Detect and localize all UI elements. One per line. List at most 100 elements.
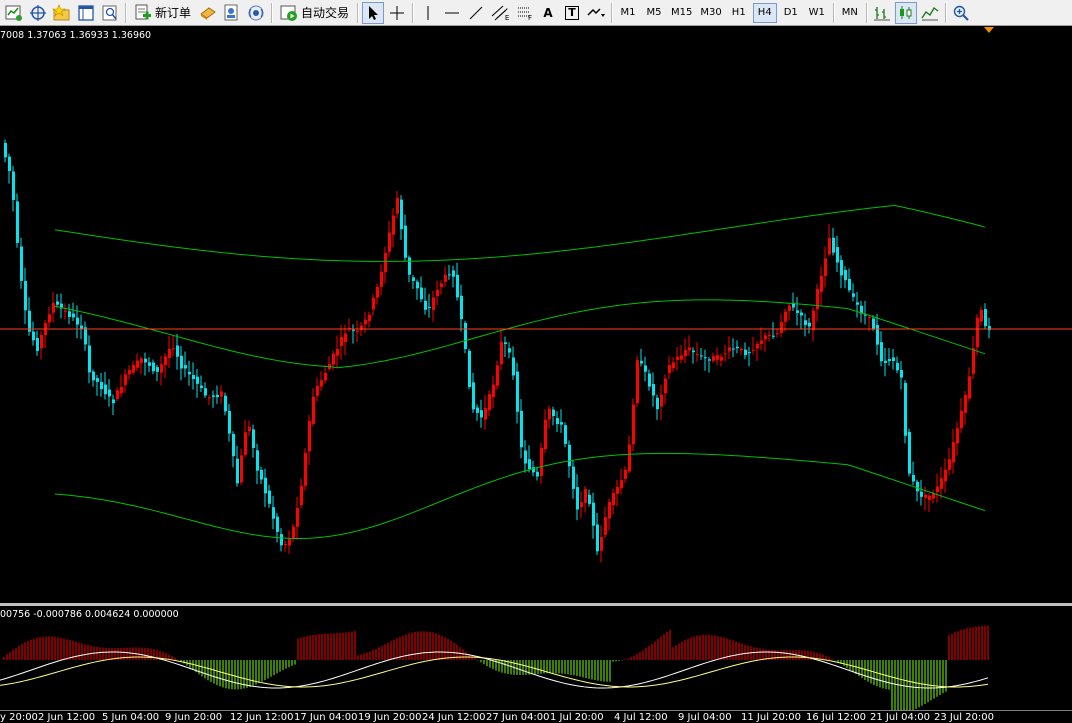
candle-body [516,371,519,412]
candle-body [528,459,531,470]
candle-body [944,469,947,482]
candle-body [572,466,575,489]
market-watch-button[interactable] [245,2,267,24]
oscillator-panel[interactable] [0,606,1072,710]
candle-body [392,215,395,235]
candle-body [692,350,695,353]
candle-body [668,365,671,374]
fibonacci-tool-button[interactable]: F [513,2,535,24]
new-order-button[interactable]: 新订单 [130,2,195,24]
candle-body [712,356,715,361]
crosshair-tool-button[interactable] [386,2,408,24]
candle-body [436,289,439,297]
timeframe-h4[interactable]: H4 [752,2,777,23]
candle-body [808,322,811,327]
favorites-button[interactable] [51,2,73,24]
crosshair-navigator-button[interactable] [27,2,49,24]
arrows-tool-button[interactable] [585,2,607,24]
timeframe-h1[interactable]: H1 [727,3,751,23]
oscillator-readout: 00756 -0.000786 0.004624 0.000000 [0,609,179,620]
text-label-tool-button[interactable]: T [561,2,583,24]
candle-body [120,386,123,394]
candle-body [8,156,11,172]
candle-body [772,335,775,337]
candle-body [884,360,887,363]
candle-body [536,471,539,477]
vertical-line-tool-button[interactable] [417,2,439,24]
candle-body [544,419,547,450]
zoom-in-button[interactable] [950,2,972,24]
candle-body [972,348,975,374]
line-chart-button[interactable] [919,2,941,24]
new-chart-button[interactable] [3,2,25,24]
channel-tool-sublabel: E [504,13,510,22]
candle-body [4,142,7,158]
candle-body [300,485,303,506]
candle-body [856,302,859,305]
candle-body [696,354,699,356]
strategy-tester-button[interactable] [99,2,121,24]
candle-body [648,373,651,387]
move-arrows-icon [29,4,47,22]
candle-body [476,407,479,413]
candle-body [368,314,371,322]
timeframe-m5[interactable]: M5 [642,3,666,23]
time-axis-label: 21 Jul 04:00 [870,712,930,723]
time-axis-label: 19 Jun 20:00 [358,712,422,723]
vertical-line-icon [421,5,435,21]
timeframe-d1[interactable]: D1 [779,3,803,23]
candle-body [540,448,543,476]
candle-body [924,494,927,498]
candle-body [320,380,323,387]
line-chart-icon [921,4,939,22]
candle-body [676,356,679,360]
candle-body [500,341,503,365]
time-axis: y 20:00 2 Jun 12:00 5 Jun 04:00 9 Jun 20:00… [0,710,1072,723]
candle-body [656,397,659,410]
meta-editor-button[interactable] [197,2,219,24]
timeframe-m1[interactable]: M1 [616,3,640,23]
window-icon [77,4,95,22]
auto-trading-button[interactable]: 自动交易 [276,2,353,24]
candlestick-chart-button[interactable] [894,1,917,24]
text-tool-button[interactable]: A [537,2,559,24]
candle-body [940,478,943,489]
candle-body [948,459,951,470]
candle-body [956,428,959,444]
bar-chart-button[interactable] [871,2,893,24]
cursor-tool-button[interactable] [362,1,385,24]
toolbar-separator [271,2,273,23]
signals-icon [223,4,241,22]
timeframe-m30[interactable]: M30 [697,3,724,23]
candle-body [724,353,727,355]
timeframe-w1[interactable]: W1 [805,3,829,23]
candle-body [184,365,187,369]
horizontal-line-icon [444,6,460,20]
signals-button[interactable] [221,2,243,24]
chart-shift-marker[interactable] [984,27,994,33]
candle-body [596,524,599,552]
toolbar-separator [944,2,946,23]
candle-body [984,309,987,327]
candle-body [428,306,431,308]
candle-body [248,426,251,432]
candle-body [104,384,107,395]
candle-body [152,362,155,372]
candle-body [780,321,783,333]
candle-body [340,337,343,347]
candle-body [164,356,167,366]
candle-body [228,410,231,434]
equidistant-channel-tool-button[interactable]: E [489,2,511,24]
timeframe-m15[interactable]: M15 [668,3,695,23]
candle-body [140,358,143,363]
horizontal-line-tool-button[interactable] [441,2,463,24]
candle-body [636,360,639,403]
candle-body [204,388,207,396]
candle-body [444,274,447,282]
price-chart[interactable] [0,28,1072,603]
timeframe-mn[interactable]: MN [838,3,862,23]
data-window-button[interactable] [75,2,97,24]
candle-body [708,359,711,361]
candle-body [892,357,895,361]
trendline-tool-button[interactable] [465,2,487,24]
